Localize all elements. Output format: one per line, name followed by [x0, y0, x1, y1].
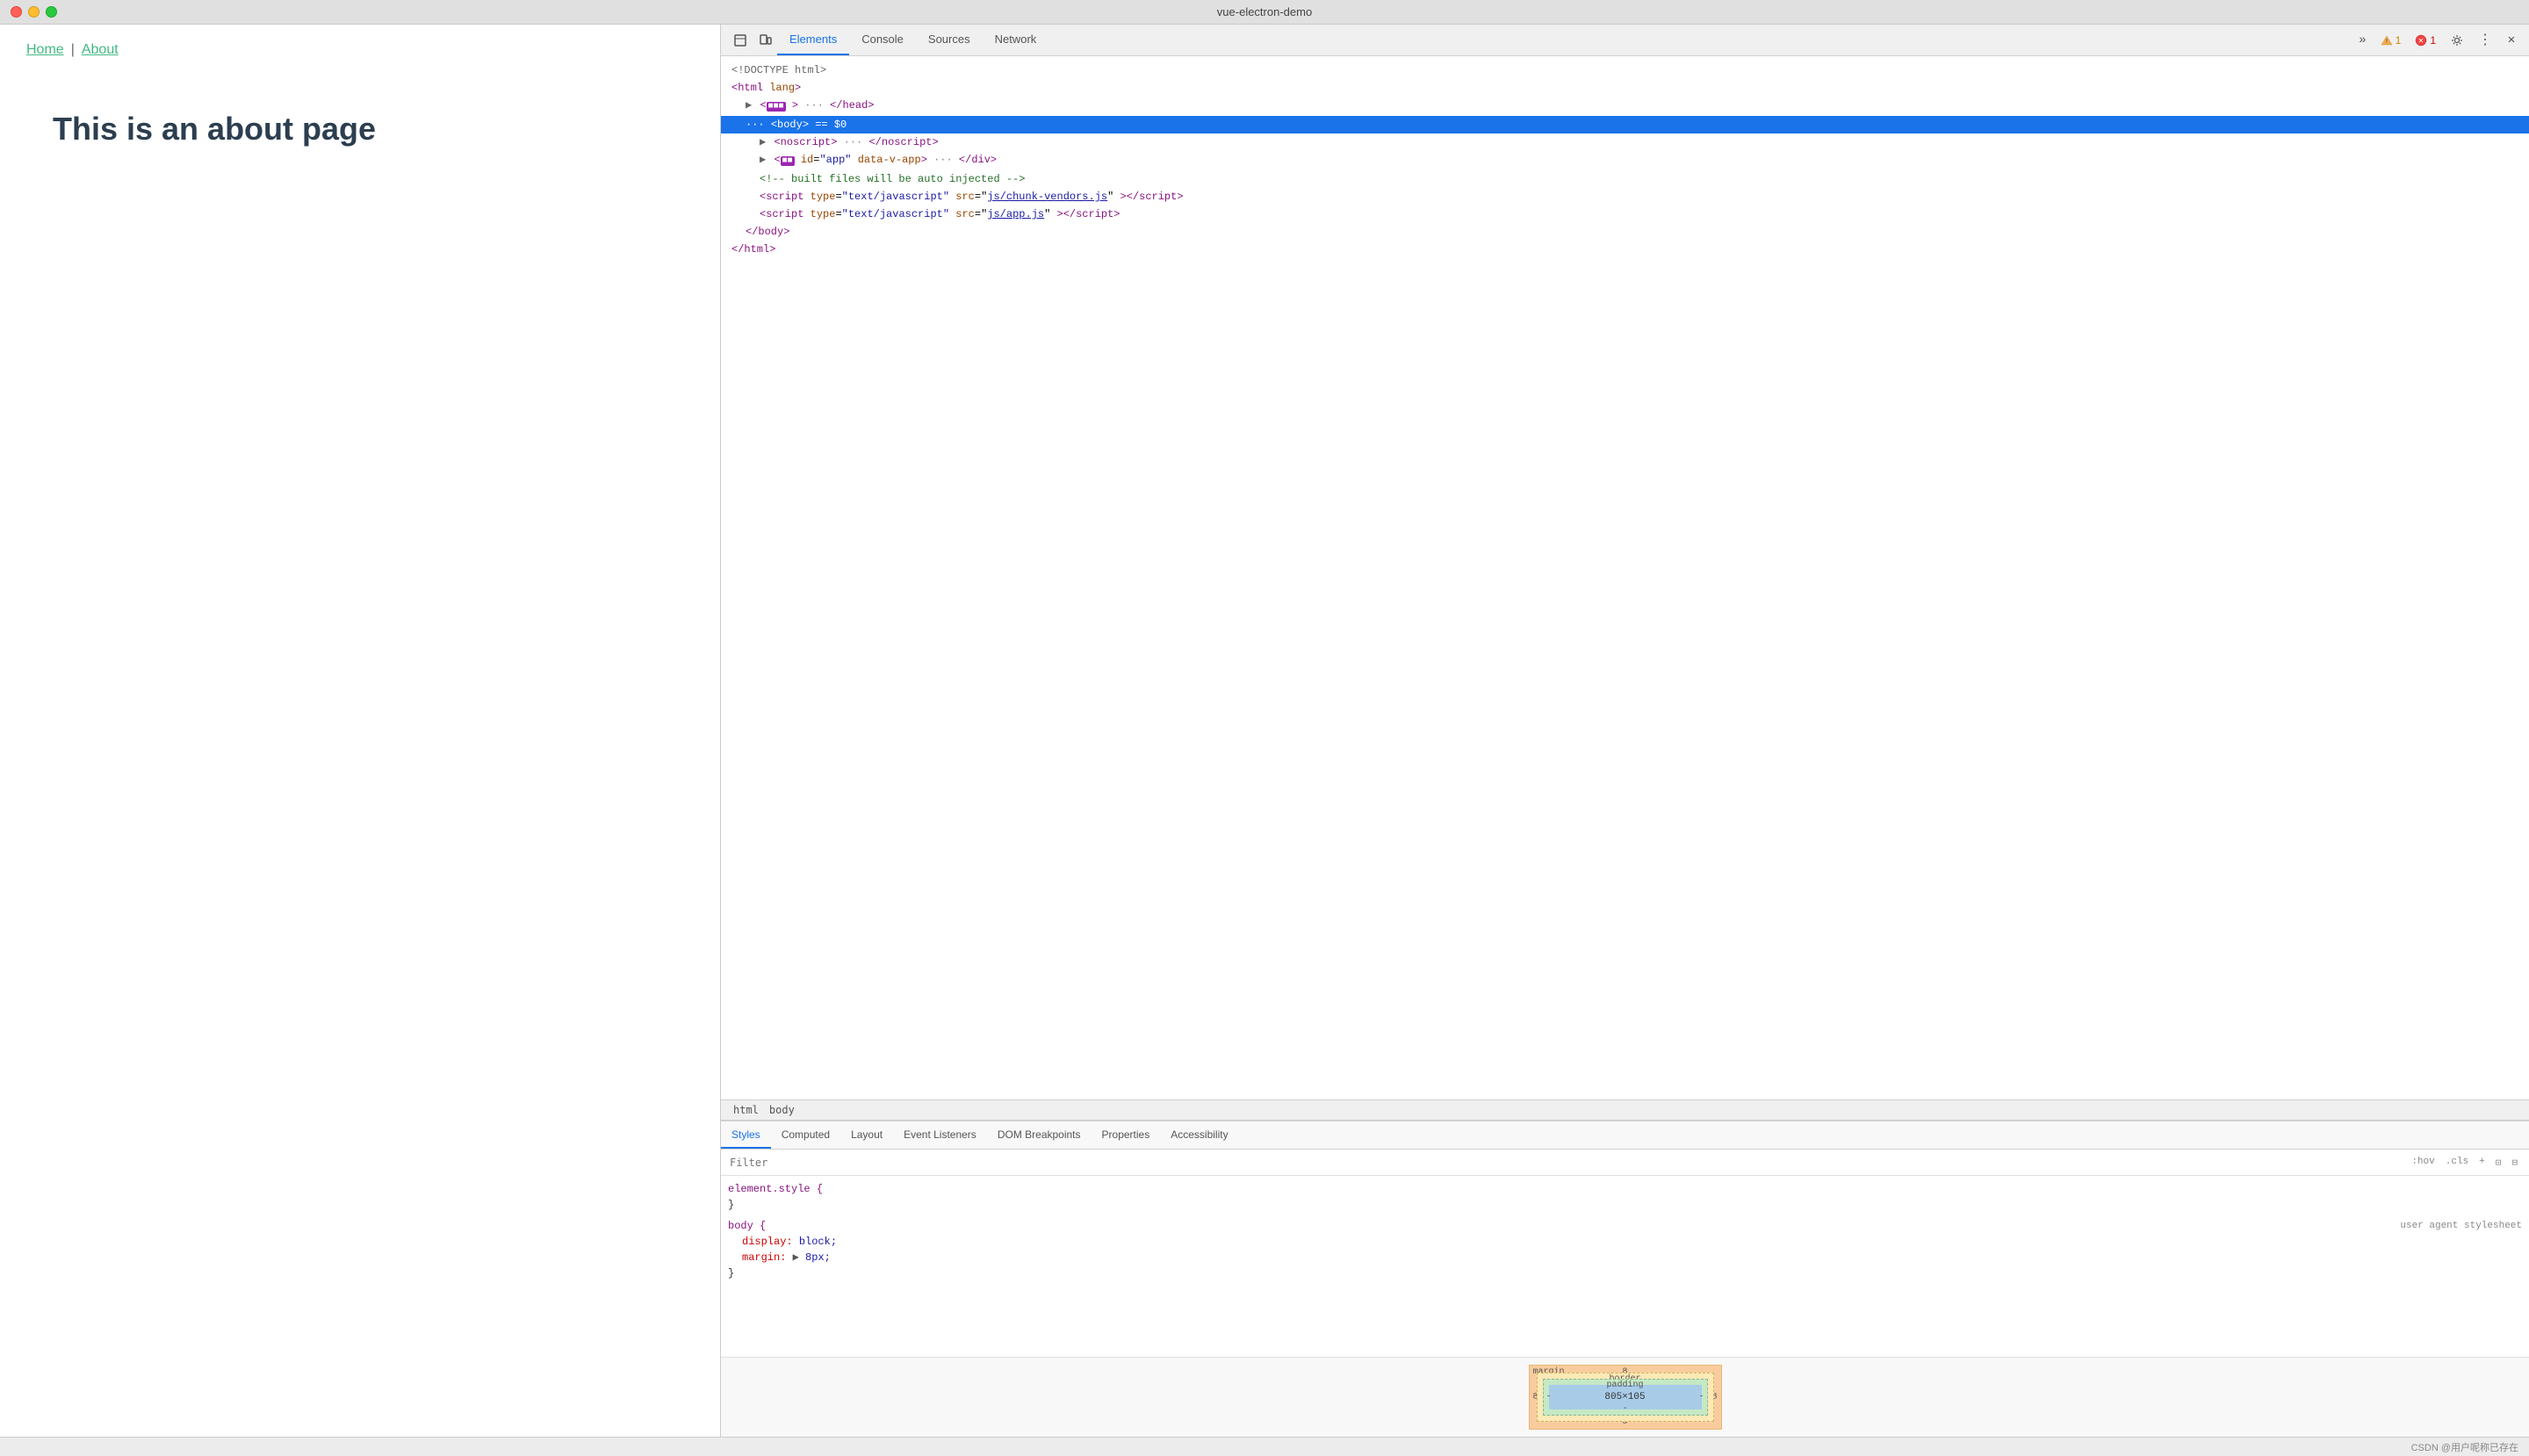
minimize-traffic-light[interactable] [28, 6, 40, 18]
box-model-border: border padding - - - 805×105 [1537, 1373, 1714, 1422]
about-link[interactable]: About [82, 42, 119, 58]
main-layout: Home | About This is an about page [0, 25, 2529, 1437]
css-rules-content: element.style { } body { user agent styl… [721, 1176, 2529, 1357]
error-badge[interactable]: ✕ 1 [2410, 32, 2441, 48]
html-noscript-line[interactable]: ▶ <noscript> ··· </noscript> [721, 133, 2529, 151]
element-style-close: } [728, 1197, 2522, 1213]
padding-left-val: - [1546, 1393, 1552, 1402]
close-traffic-light[interactable] [11, 6, 22, 18]
styles-filter-input[interactable] [730, 1157, 2402, 1169]
box-model-margin: margin 8 8 8 8 border padding - - - 8 [1529, 1365, 1722, 1430]
breadcrumb-body[interactable]: body [766, 1103, 798, 1117]
element-style-selector: element.style { [728, 1181, 2522, 1197]
styles-panel: Styles Computed Layout Event Listeners D… [721, 1121, 2529, 1437]
html-html-close-line[interactable]: </html> [721, 241, 2529, 258]
html-doctype-line[interactable]: <!DOCTYPE html> [721, 61, 2529, 79]
tab-styles[interactable]: Styles [721, 1121, 771, 1149]
svg-text:✕: ✕ [2418, 37, 2425, 45]
html-script-app-line[interactable]: <script type="text/javascript" src="js/a… [721, 205, 2529, 223]
body-rule-close: } [728, 1265, 2522, 1281]
html-body-line[interactable]: ··· <body> == $0 [721, 116, 2529, 133]
cls-filter-btn[interactable]: .cls [2443, 1156, 2471, 1170]
page-heading: This is an about page [53, 111, 667, 148]
traffic-lights [11, 6, 57, 18]
fullscreen-traffic-light[interactable] [46, 6, 57, 18]
html-html-line[interactable]: <html lang> [721, 79, 2529, 97]
html-comment-line[interactable]: <!-- built files will be auto injected -… [721, 170, 2529, 188]
tab-properties[interactable]: Properties [1092, 1121, 1161, 1149]
padding-right-val: - [1698, 1393, 1704, 1402]
body-margin-line[interactable]: margin: ▶ 8px; [728, 1250, 2522, 1265]
element-style-rule: element.style { } [728, 1181, 2522, 1213]
more-tabs-btn[interactable]: » [2353, 33, 2371, 47]
padding-bottom-val: - [1622, 1404, 1627, 1414]
inspect-element-icon[interactable] [728, 28, 753, 53]
device-toolbar-icon[interactable] [753, 28, 777, 53]
tab-computed[interactable]: Computed [771, 1121, 840, 1149]
breadcrumb-html[interactable]: html [730, 1103, 762, 1117]
styles-tab-bar: Styles Computed Layout Event Listeners D… [721, 1121, 2529, 1150]
filter-bar: :hov .cls + ⊡ ⊟ [721, 1150, 2529, 1176]
nav-separator: | [71, 42, 75, 58]
box-model-padding: padding - - - 805×105 [1543, 1379, 1708, 1416]
app-viewport: Home | About This is an about page [0, 25, 720, 1437]
devtools-toolbar: Elements Console Sources Network » ! [721, 25, 2529, 56]
tab-layout[interactable]: Layout [840, 1121, 893, 1149]
filter-actions: :hov .cls + ⊡ ⊟ [2409, 1156, 2520, 1170]
html-div-app-line[interactable]: ▶ <■■ id="app" data-v-app> ··· </div> [721, 151, 2529, 170]
titlebar: vue-electron-demo [0, 0, 2529, 25]
app-content: This is an about page [0, 76, 720, 183]
tab-accessibility[interactable]: Accessibility [1160, 1121, 1238, 1149]
body-selector-line: body { user agent stylesheet [728, 1218, 2522, 1234]
devtools-panel: Elements Console Sources Network » ! [720, 25, 2529, 1437]
html-script-chunk-vendors-line[interactable]: <script type="text/javascript" src="js/c… [721, 188, 2529, 205]
html-head-line[interactable]: ▶ <■■■ > ··· </head> [721, 97, 2529, 116]
svg-text:!: ! [2386, 39, 2388, 45]
tab-sources[interactable]: Sources [916, 25, 983, 55]
devtools-tab-bar: Elements Console Sources Network [777, 25, 2353, 55]
body-display-line[interactable]: display: block; [728, 1234, 2522, 1250]
app-nav: Home | About [0, 25, 720, 76]
box-model-section: margin 8 8 8 8 border padding - - - 8 [721, 1357, 2529, 1437]
window-title: vue-electron-demo [1217, 5, 1312, 18]
html-body-close-line[interactable]: </body> [721, 223, 2529, 241]
home-link[interactable]: Home [26, 42, 64, 58]
tab-event-listeners[interactable]: Event Listeners [893, 1121, 987, 1149]
csdn-footer: CSDN @用户呢称已存在 [0, 1437, 2529, 1456]
hov-filter-btn[interactable]: :hov [2409, 1156, 2437, 1170]
devtools-close-btn[interactable]: ✕ [2501, 30, 2522, 51]
tab-elements[interactable]: Elements [777, 25, 849, 55]
toggle-sidebar-btn[interactable]: ⊡ [2493, 1156, 2504, 1170]
warn-badge[interactable]: ! 1 [2375, 32, 2407, 48]
add-rule-btn[interactable]: + [2476, 1156, 2488, 1170]
settings-icon[interactable] [2445, 28, 2469, 53]
tab-network[interactable]: Network [983, 25, 1049, 55]
devtools-toolbar-right: » ! 1 ✕ 1 [2353, 28, 2522, 53]
tab-console[interactable]: Console [849, 25, 916, 55]
breadcrumb-bar: html body [721, 1099, 2529, 1121]
elements-panel: <!DOCTYPE html> <html lang> ▶ <■■■ > ···… [721, 56, 2529, 1099]
toggle-panel-btn[interactable]: ⊟ [2509, 1156, 2520, 1170]
padding-label: padding [1606, 1380, 1643, 1390]
body-rule: body { user agent stylesheet display: bl… [728, 1218, 2522, 1281]
more-options-icon[interactable]: ⋮ [2473, 28, 2497, 53]
tab-dom-breakpoints[interactable]: DOM Breakpoints [987, 1121, 1092, 1149]
